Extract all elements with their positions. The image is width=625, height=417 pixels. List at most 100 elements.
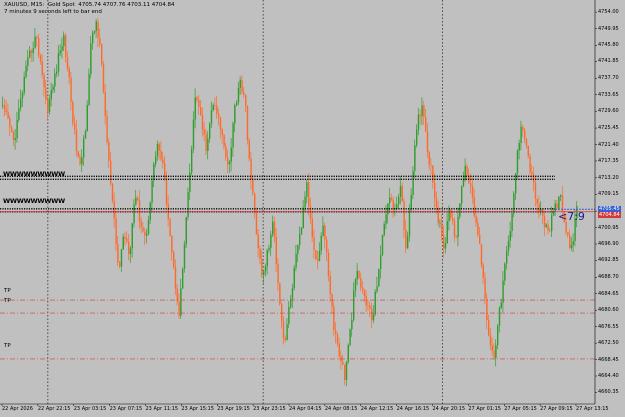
candle xyxy=(183,240,186,273)
time-tick-label: 27 Apr 13:15 xyxy=(576,406,609,412)
candle xyxy=(498,306,501,333)
candle xyxy=(488,314,490,337)
candle xyxy=(241,74,243,95)
candle xyxy=(176,284,178,306)
candle xyxy=(120,248,123,273)
candle xyxy=(367,299,369,311)
price-tick-label: 4717.35 xyxy=(598,157,619,164)
candle xyxy=(245,94,247,112)
candle xyxy=(507,235,510,257)
candle xyxy=(92,30,94,50)
candle xyxy=(383,220,385,237)
candle xyxy=(497,323,499,350)
candle xyxy=(558,195,560,211)
candle xyxy=(423,100,425,125)
chart-header-timer: 7 minutes 9 seconds left to bar end xyxy=(4,9,102,15)
candle xyxy=(93,30,96,35)
candle xyxy=(129,245,132,263)
candle xyxy=(272,215,274,237)
candle xyxy=(187,187,189,221)
candle xyxy=(275,227,277,272)
candle xyxy=(48,94,51,115)
candle xyxy=(306,179,308,204)
candle xyxy=(542,208,544,224)
candle xyxy=(534,176,537,207)
candle xyxy=(484,272,486,305)
candle xyxy=(59,44,61,56)
candle xyxy=(137,195,139,202)
candle xyxy=(504,262,506,286)
candle xyxy=(167,195,169,227)
candle xyxy=(286,318,288,341)
candle xyxy=(38,33,40,59)
candle xyxy=(223,134,225,150)
candle xyxy=(205,128,207,155)
candle xyxy=(75,119,78,157)
price-tick-label: 4684.65 xyxy=(598,290,619,297)
candle xyxy=(480,243,483,269)
price-tick-label: 4733.65 xyxy=(598,91,619,98)
candle xyxy=(210,101,213,129)
tp-label-3: TP xyxy=(4,343,11,349)
candle xyxy=(455,234,457,239)
candle xyxy=(135,189,137,206)
candle xyxy=(104,83,106,125)
price-tick-label: 4737.70 xyxy=(598,75,619,82)
candle xyxy=(282,316,285,345)
candle xyxy=(360,272,362,292)
candle xyxy=(147,215,150,236)
candle xyxy=(108,138,110,169)
candle xyxy=(218,108,220,126)
time-tick-label: 23 Apr 23:15 xyxy=(253,406,286,412)
candle xyxy=(88,68,90,107)
candle xyxy=(270,230,272,257)
candle xyxy=(407,231,409,249)
price-tick-label: 4664.40 xyxy=(598,373,619,379)
candle xyxy=(318,242,321,262)
candle xyxy=(102,60,105,94)
candle xyxy=(142,221,144,233)
candle xyxy=(344,364,346,386)
candle xyxy=(61,37,63,59)
price-tick-label: 4700.95 xyxy=(598,224,619,231)
candle xyxy=(250,151,252,190)
candle xyxy=(482,262,484,285)
candle xyxy=(522,124,524,137)
candle xyxy=(12,130,15,147)
price-tick-label: 4680.60 xyxy=(598,307,619,314)
level-label-lower: WWWWWWWWW xyxy=(3,197,65,205)
candle xyxy=(464,158,466,182)
candle xyxy=(338,337,340,361)
candle xyxy=(351,312,353,337)
candle xyxy=(509,221,511,248)
time-tick-label: 27 Apr 09:15 xyxy=(540,406,573,412)
candle xyxy=(486,293,488,330)
candle xyxy=(21,90,24,107)
candle xyxy=(353,282,355,322)
candle xyxy=(263,270,265,284)
candle xyxy=(279,282,281,306)
time-tick-label: 23 Apr 03:15 xyxy=(73,406,107,412)
candle xyxy=(180,278,182,319)
candle xyxy=(111,182,114,204)
candle xyxy=(320,232,322,255)
candle xyxy=(443,225,445,258)
candle xyxy=(264,263,267,277)
candle xyxy=(200,100,202,116)
candle xyxy=(524,127,526,144)
candle xyxy=(401,182,403,202)
candle xyxy=(309,197,312,224)
time-tick-label: 23 Apr 19:15 xyxy=(217,406,250,412)
candle xyxy=(518,139,520,160)
price-tick-label: 4688.70 xyxy=(598,274,619,281)
candle xyxy=(95,19,97,38)
candle xyxy=(27,49,29,72)
time-tick-label: 22 Apr 2026 xyxy=(2,406,33,412)
candle xyxy=(324,222,326,249)
candle xyxy=(158,141,160,160)
price-tick-label: 4754.00 xyxy=(598,9,619,16)
candle xyxy=(189,163,191,201)
candle xyxy=(47,96,49,120)
price-chart[interactable] xyxy=(0,0,625,417)
candle xyxy=(444,237,447,254)
